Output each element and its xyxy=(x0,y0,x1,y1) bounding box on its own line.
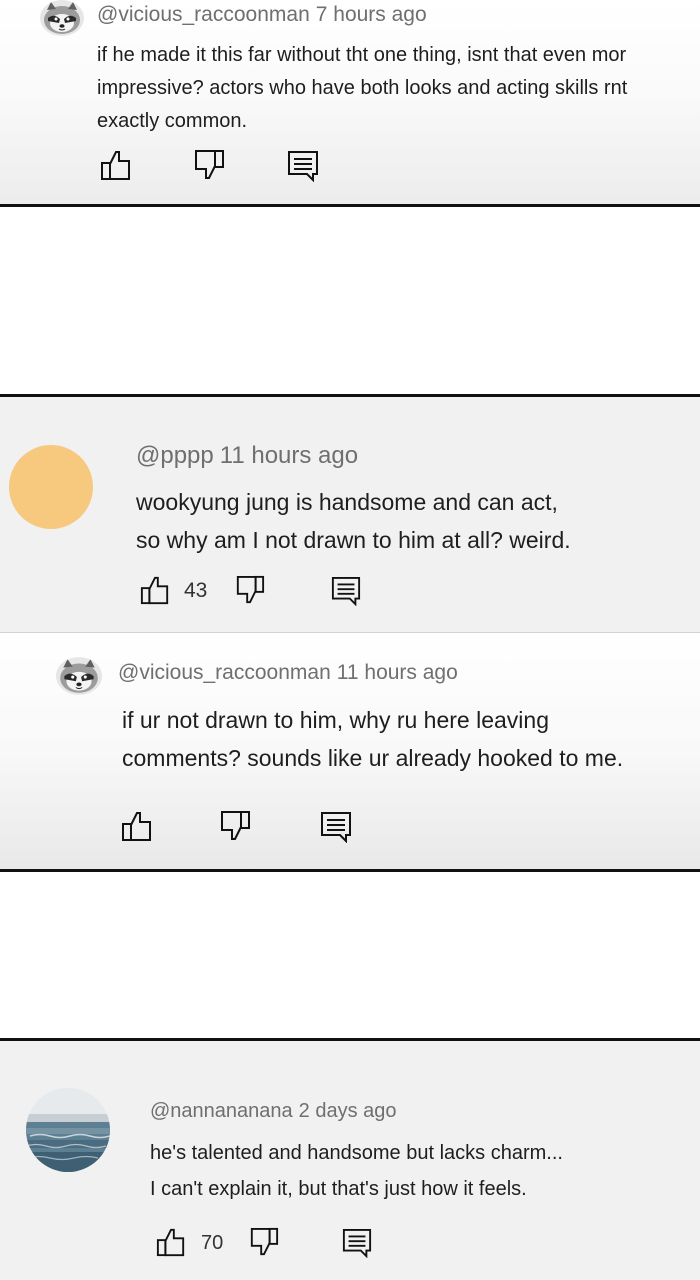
reply-button[interactable] xyxy=(342,1228,372,1258)
dislike-button[interactable] xyxy=(249,1227,279,1257)
reply-comment-icon xyxy=(288,151,318,182)
comment-meta: @vicious_raccoonman 7 hours ago xyxy=(97,3,427,27)
timestamp: 2 days ago xyxy=(298,1100,397,1122)
orange-circle-avatar[interactable] xyxy=(9,445,93,529)
thumbs-down-icon xyxy=(250,1227,279,1256)
comment-text: wookyung jung is handsome and can act, s… xyxy=(136,483,571,559)
comment-panel-1: @vicious_raccoonman 7 hours ago if he mad… xyxy=(0,0,700,207)
thumbs-down-icon xyxy=(221,811,250,840)
raccoon-avatar[interactable] xyxy=(40,0,84,36)
like-button[interactable] xyxy=(121,810,153,842)
thumbs-down-icon xyxy=(236,575,265,604)
username-link[interactable]: @vicious_raccoonman xyxy=(97,3,310,26)
comment-line: exactly common. xyxy=(97,110,248,132)
ocean-avatar[interactable] xyxy=(26,1088,110,1172)
like-count: 70 xyxy=(201,1232,224,1254)
comment-line: impressive? actors who have both looks a… xyxy=(97,77,628,99)
timestamp: 11 hours ago xyxy=(336,661,458,684)
comment-text: if he made it this far without tht one t… xyxy=(97,39,627,138)
reply-button[interactable] xyxy=(331,576,361,606)
thumbs-up-icon xyxy=(140,576,169,605)
comment-line: if he made it this far without tht one t… xyxy=(97,44,627,66)
like-button[interactable] xyxy=(140,575,170,605)
comment-meta: @nannananana 2 days ago xyxy=(150,1100,397,1123)
timestamp: 11 hours ago xyxy=(219,442,359,469)
reply-button[interactable] xyxy=(287,150,319,182)
reply-comment-icon xyxy=(331,576,361,606)
comment-panel-3: @nannananana 2 days ago he's talented and… xyxy=(0,1038,700,1280)
comment-line: comments? sounds like ur already hooked … xyxy=(122,745,624,771)
thumbs-up-icon xyxy=(101,151,130,180)
like-button[interactable] xyxy=(156,1227,186,1257)
comment-thread-top: @pppp 11 hours ago wookyung jung is hands… xyxy=(0,397,700,632)
comment-text: he's talented and handsome but lacks cha… xyxy=(150,1135,563,1207)
ocean-image xyxy=(26,1088,110,1172)
thumbs-down-icon xyxy=(195,150,224,179)
reply-comment: @vicious_raccoonman 11 hours ago if ur no… xyxy=(0,633,700,869)
comment-meta: @pppp 11 hours ago xyxy=(136,442,358,470)
comment-text: if ur not drawn to him, why ru here leav… xyxy=(122,701,623,777)
raccoon-avatar[interactable] xyxy=(56,657,102,695)
dislike-button[interactable] xyxy=(219,810,251,842)
timestamp: 7 hours ago xyxy=(315,3,427,26)
comment-line: he's talented and handsome but lacks cha… xyxy=(150,1142,563,1164)
thumbs-up-icon xyxy=(156,1228,185,1257)
like-button[interactable] xyxy=(100,149,132,181)
reply-comment-icon xyxy=(342,1228,372,1258)
comment-line: I can't explain it, but that's just how … xyxy=(150,1178,527,1200)
dislike-button[interactable] xyxy=(235,575,265,605)
reply-comment-icon xyxy=(321,812,351,843)
dislike-button[interactable] xyxy=(193,149,225,181)
comment-panel-2: @pppp 11 hours ago wookyung jung is hands… xyxy=(0,394,700,872)
comment-line: if ur not drawn to him, why ru here leav… xyxy=(122,707,549,733)
username-link[interactable]: @pppp xyxy=(136,442,214,469)
username-link[interactable]: @vicious_raccoonman xyxy=(118,661,331,684)
comment-line: wookyung jung is handsome and can act, xyxy=(136,489,558,515)
username-link[interactable]: @nannananana xyxy=(150,1100,293,1122)
raccoon-icon xyxy=(56,657,102,695)
raccoon-icon xyxy=(40,0,84,36)
comment-line: so why am I not drawn to him at all? wei… xyxy=(136,527,571,553)
like-count: 43 xyxy=(184,579,208,602)
comment-meta: @vicious_raccoonman 11 hours ago xyxy=(118,661,458,685)
reply-button[interactable] xyxy=(320,811,352,843)
thumbs-up-icon xyxy=(122,812,151,841)
